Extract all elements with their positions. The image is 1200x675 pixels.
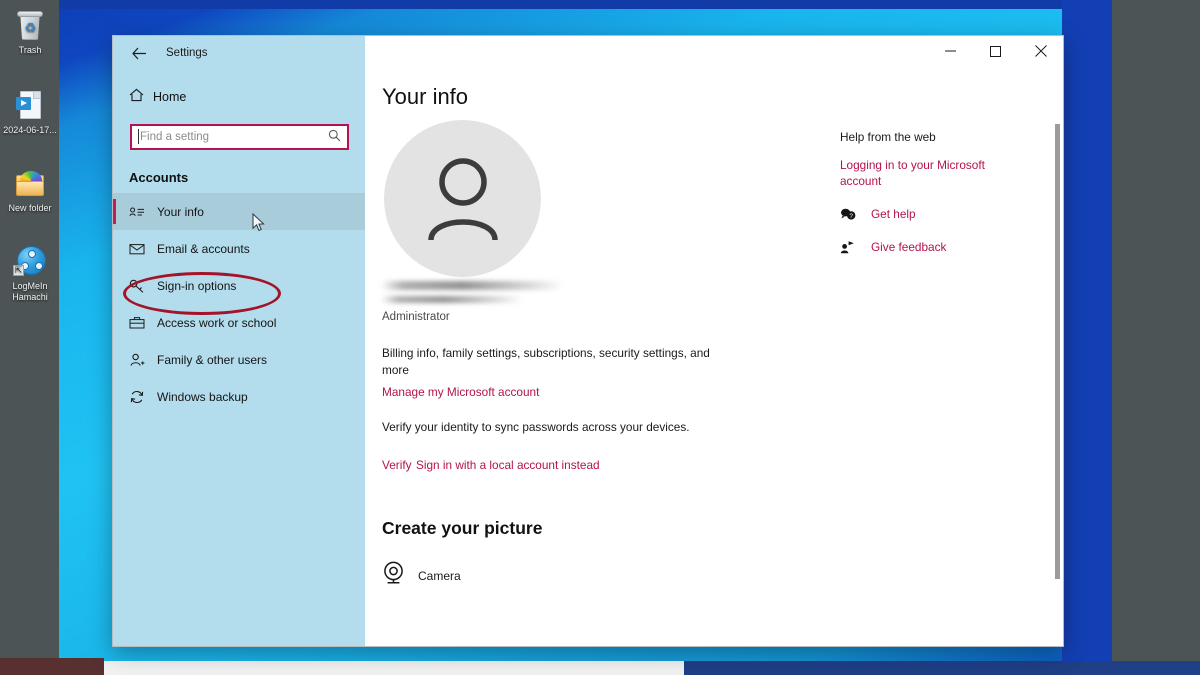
content-main-column: Administrator Billing info, family setti…	[365, 120, 825, 590]
page-title: Your info	[382, 84, 469, 109]
minimize-button[interactable]	[928, 36, 973, 66]
person-add-icon	[129, 351, 157, 369]
wallpaper-top-strip	[59, 0, 1112, 9]
desktop-icon-label: New folder	[8, 203, 52, 213]
person-avatar-icon	[427, 157, 498, 241]
verify-link[interactable]: Verify	[382, 458, 412, 472]
question-bubble-icon: ?	[840, 206, 858, 222]
desktop: ♻ Trash 2024-06-17... New folder ⇱ LogMe…	[0, 0, 1200, 675]
sidebar-item-windows-backup[interactable]: Windows backup	[113, 378, 365, 415]
billing-description: Billing info, family settings, subscript…	[382, 346, 710, 377]
desktop-icon-logmein-hamachi[interactable]: ⇱ LogMeIn Hamachi	[2, 244, 58, 303]
account-role: Administrator	[382, 311, 450, 323]
camera-label: Camera	[418, 568, 461, 583]
feedback-person-icon	[840, 239, 858, 255]
get-help-action[interactable]: ? Get help	[840, 206, 1050, 222]
briefcase-icon	[129, 314, 157, 332]
close-button[interactable]	[1018, 36, 1063, 66]
taskbar-strip-right	[684, 661, 1200, 675]
give-feedback-label: Give feedback	[871, 240, 947, 254]
sync-icon	[129, 388, 157, 406]
camera-option[interactable]: Camera	[382, 561, 825, 590]
help-web-link[interactable]: Logging in to your Microsoft account	[840, 157, 1000, 189]
sidebar-section-title: Accounts	[129, 170, 189, 185]
sidebar-item-sign-in-options[interactable]: Sign-in options	[113, 267, 365, 304]
verify-description: Verify your identity to sync passwords a…	[382, 420, 690, 434]
settings-content: Your info Administrator Billing info, fa…	[365, 36, 1063, 646]
id-card-icon	[129, 203, 157, 221]
desktop-icon-label: LogMeIn Hamachi	[12, 281, 48, 302]
desktop-icon-label: Trash	[18, 45, 42, 55]
home-icon	[129, 88, 153, 107]
desktop-right-panel	[1112, 0, 1200, 675]
film-reel-icon: ⇱	[13, 244, 47, 278]
taskbar-left-segment	[0, 658, 104, 675]
avatar[interactable]	[384, 120, 541, 277]
account-name-redacted	[382, 281, 825, 303]
svg-text:?: ?	[849, 213, 853, 220]
desktop-icon-new-folder[interactable]: New folder	[2, 166, 58, 214]
key-icon	[129, 277, 157, 295]
create-picture-heading: Create your picture	[382, 518, 543, 538]
sidebar-item-label: Home	[153, 90, 187, 104]
settings-sidebar: Settings Home Find a setting Accounts Yo…	[113, 36, 365, 646]
mouse-cursor	[252, 212, 265, 232]
camera-icon	[382, 561, 405, 590]
sidebar-item-label: Family & other users	[157, 352, 268, 367]
manage-microsoft-account-link[interactable]: Manage my Microsoft account	[382, 385, 539, 399]
sidebar-item-access-work-or-school[interactable]: Access work or school	[113, 304, 365, 341]
get-help-label: Get help	[871, 207, 916, 221]
sidebar-item-label: Access work or school	[157, 315, 277, 330]
desktop-icon-label: 2024-06-17...	[3, 125, 57, 135]
window-title: Settings	[166, 47, 208, 59]
back-button[interactable]	[126, 42, 152, 64]
trash-icon: ♻	[13, 8, 47, 42]
shortcut-arrow-icon: ⇱	[13, 265, 24, 276]
desktop-icon-trash[interactable]: ♻ Trash	[2, 8, 58, 56]
text-caret	[138, 129, 139, 144]
scrollbar-thumb[interactable]	[1055, 124, 1060, 579]
sidebar-item-label: Your info	[157, 204, 204, 219]
search-input[interactable]	[130, 124, 349, 150]
desktop-icon-video-file[interactable]: 2024-06-17...	[2, 88, 58, 136]
search-box[interactable]	[130, 124, 349, 150]
folder-icon	[13, 166, 47, 200]
sidebar-item-label: Email & accounts	[157, 241, 250, 256]
sidebar-item-email-accounts[interactable]: Email & accounts	[113, 230, 365, 267]
window-titlebar-left: Settings	[113, 36, 365, 70]
envelope-icon	[129, 240, 157, 258]
sidebar-item-label: Windows backup	[157, 389, 248, 404]
back-arrow-icon	[131, 47, 146, 59]
taskbar-strip	[104, 661, 684, 675]
give-feedback-action[interactable]: Give feedback	[840, 239, 1050, 255]
video-file-icon	[13, 88, 47, 122]
settings-window: Settings Home Find a setting Accounts Yo…	[113, 36, 1063, 646]
help-sidebar: Help from the web Logging in to your Mic…	[840, 120, 1050, 590]
help-title: Help from the web	[840, 130, 936, 144]
sidebar-item-family-other-users[interactable]: Family & other users	[113, 341, 365, 378]
search-icon[interactable]	[328, 129, 342, 143]
wallpaper-right-band	[1062, 0, 1112, 675]
window-controls	[365, 36, 1063, 70]
sidebar-item-home[interactable]: Home	[113, 80, 365, 114]
sign-in-local-account-link[interactable]: Sign in with a local account instead	[416, 458, 600, 472]
sidebar-item-your-info[interactable]: Your info	[113, 193, 365, 230]
maximize-button[interactable]	[973, 36, 1018, 66]
sidebar-item-label: Sign-in options	[157, 278, 237, 293]
